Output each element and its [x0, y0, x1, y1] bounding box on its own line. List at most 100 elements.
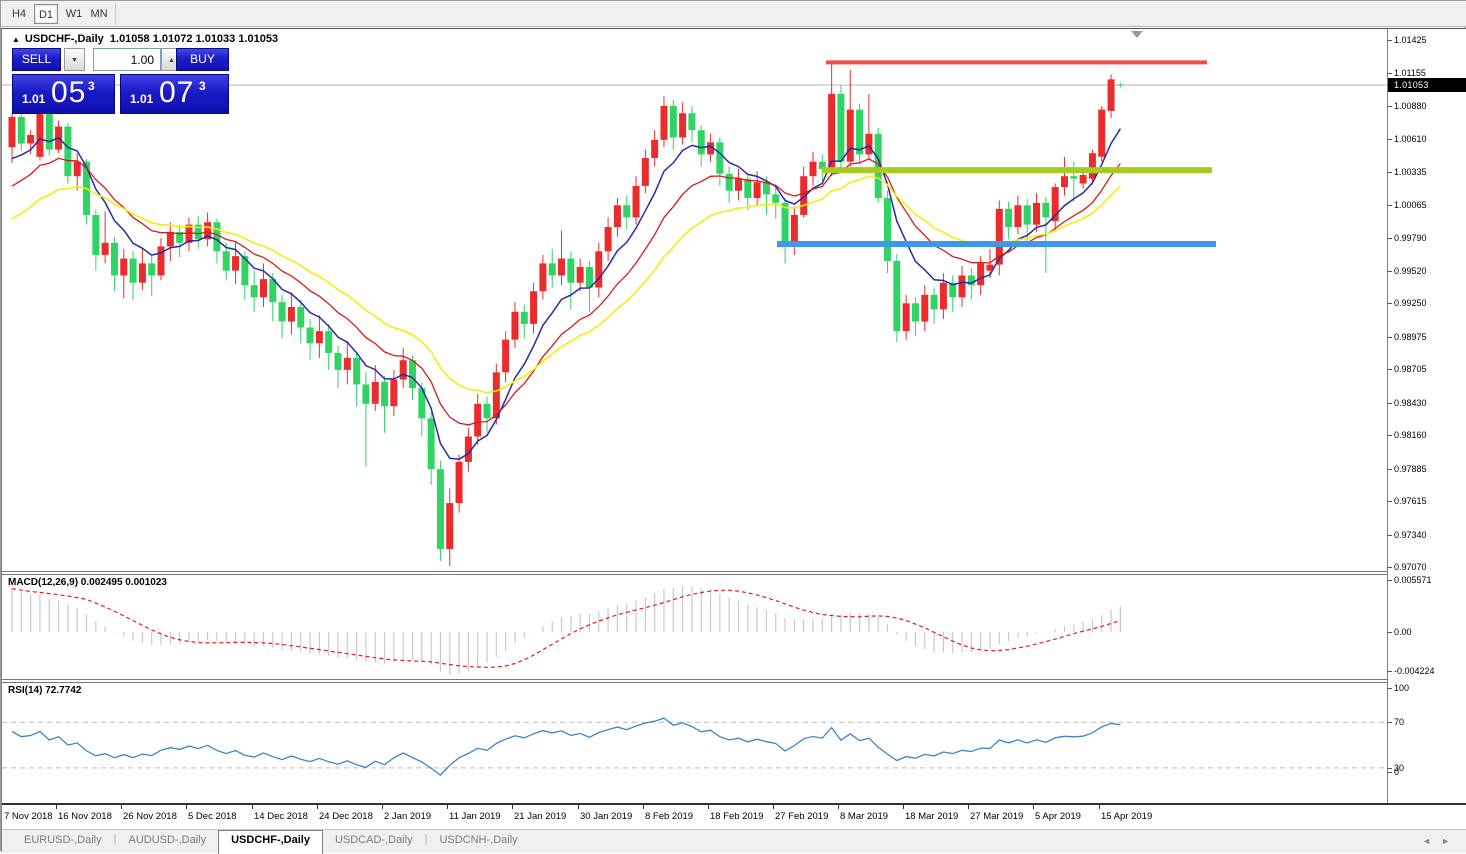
chart-tab-bar: EURUSD-,Daily|AUDUSD-,DailyUSDCHF-,Daily…: [2, 829, 1466, 853]
date-axis-tick: [708, 805, 709, 809]
price-axis-label: 1.00880: [1394, 101, 1427, 112]
buy-quote-sup: 3: [199, 79, 206, 93]
toolbar-separator: [115, 3, 116, 25]
date-axis-label: 18 Feb 2019: [710, 811, 763, 822]
date-axis-label: 16 Nov 2018: [58, 811, 112, 822]
date-axis-tick: [1099, 805, 1100, 809]
macd-axis-label: 0.00: [1394, 627, 1412, 638]
price-axis-tick: [1387, 106, 1392, 107]
price-axis-label: 0.99520: [1394, 266, 1427, 277]
price-axis-tick: [1387, 139, 1392, 140]
volume-input[interactable]: [93, 48, 161, 71]
price-axis-label: 0.98975: [1394, 332, 1427, 343]
date-axis-label: 2 Jan 2019: [384, 811, 431, 822]
rsi-indicator-label: RSI(14) 72.7742: [8, 685, 81, 696]
tab-audusd[interactable]: AUDUSD-,Daily: [116, 830, 218, 854]
date-axis-label: 24 Dec 2018: [319, 811, 373, 822]
date-axis-tick: [447, 805, 448, 809]
date-axis-tick: [968, 805, 969, 809]
rsi-axis-tick: [1387, 722, 1392, 723]
price-axis-tick: [1387, 369, 1392, 370]
date-axis: 7 Nov 201816 Nov 201826 Nov 20185 Dec 20…: [2, 803, 1466, 829]
chart-window: ▲USDCHF-,Daily 1.01058 1.01072 1.01033 1…: [1, 28, 1466, 852]
date-axis-tick: [773, 805, 774, 809]
date-axis-label: 8 Mar 2019: [840, 811, 888, 822]
date-axis-label: 11 Jan 2019: [449, 811, 501, 822]
price-axis-tick: [1387, 501, 1392, 502]
sell-quote-big: 05: [51, 76, 86, 110]
macd-axis-tick: [1387, 632, 1392, 633]
price-axis-label: 0.97885: [1394, 464, 1427, 475]
tab-eurusd[interactable]: EURUSD-,Daily: [12, 830, 114, 854]
price-axis-label: 1.00335: [1394, 167, 1427, 178]
macd-axis-label: 0.005571: [1394, 575, 1432, 586]
price-axis-tick: [1387, 403, 1392, 404]
date-axis-label: 30 Jan 2019: [580, 811, 632, 822]
price-axis-label: 0.97340: [1394, 530, 1427, 541]
mt4-window: H4 D1 W1 MN ▲USDCHF-,Daily 1.01058 1.010…: [0, 0, 1466, 851]
price-axis-label: 0.98705: [1394, 364, 1427, 375]
buy-quote-box[interactable]: 1.01 07 3: [120, 74, 229, 114]
date-axis-label: 14 Dec 2018: [254, 811, 308, 822]
date-axis-label: 5 Apr 2019: [1035, 811, 1081, 822]
date-axis-tick: [643, 805, 644, 809]
one-click-trading-panel: SELL ▼ ▲ BUY 1.01 05 3 1.01 07 3: [12, 48, 229, 115]
sell-quote-box[interactable]: 1.01 05 3: [12, 74, 115, 114]
price-axis-label: 0.99790: [1394, 233, 1427, 244]
volume-decrease-button[interactable]: ▼: [64, 48, 85, 71]
macd-pane[interactable]: [2, 575, 1387, 679]
buy-button[interactable]: BUY: [176, 48, 229, 71]
tab-usdchf[interactable]: USDCHF-,Daily: [218, 830, 323, 854]
tab-usdcad[interactable]: USDCAD-,Daily: [323, 830, 425, 854]
timeframe-button-h4[interactable]: H4: [7, 4, 31, 24]
price-axis-label: 0.98160: [1394, 430, 1427, 441]
rsi-pane[interactable]: [2, 683, 1387, 802]
rsi-axis-label: 70: [1394, 717, 1404, 728]
sell-quote-small: 1.01: [22, 92, 45, 106]
price-axis-tick: [1387, 567, 1392, 568]
rsi-axis-label: 100: [1394, 683, 1409, 694]
rsi-axis-tick: [1387, 768, 1392, 769]
price-axis-tick: [1387, 40, 1392, 41]
timeframe-button-d1[interactable]: D1: [34, 4, 58, 24]
price-axis-tick: [1387, 73, 1392, 74]
sell-quote-sup: 3: [88, 79, 95, 93]
price-axis-label: 0.97615: [1394, 496, 1427, 507]
tab-usdcnh[interactable]: USDCNH-,Daily: [427, 830, 529, 854]
price-axis-tick: [1387, 172, 1392, 173]
timeframe-button-w1[interactable]: W1: [62, 4, 86, 24]
price-axis-label: 1.00610: [1394, 134, 1427, 145]
price-axis-tick: [1387, 205, 1392, 206]
price-axis-label: 0.97070: [1394, 562, 1427, 573]
date-axis-tick: [186, 805, 187, 809]
buy-quote-big: 07: [159, 76, 194, 110]
date-axis-label: 8 Feb 2019: [645, 811, 693, 822]
date-axis-tick: [903, 805, 904, 809]
chevron-down-icon: ▼: [71, 57, 78, 64]
date-axis-tick: [252, 805, 253, 809]
scroll-right-icon[interactable]: ►: [1441, 836, 1460, 846]
date-axis-tick: [317, 805, 318, 809]
price-axis-tick: [1387, 337, 1392, 338]
price-axis-tick: [1387, 469, 1392, 470]
date-axis-tick: [121, 805, 122, 809]
price-axis-label: 1.01155: [1394, 68, 1426, 79]
axis-separator: [1387, 29, 1388, 803]
price-axis-tick: [1387, 435, 1392, 436]
date-axis-label: 27 Feb 2019: [775, 811, 828, 822]
current-price-badge: 1.01053: [1388, 78, 1466, 92]
date-axis-label: 27 Mar 2019: [970, 811, 1023, 822]
price-axis-label: 1.01425: [1394, 35, 1427, 46]
scroll-left-icon[interactable]: ◄: [1422, 836, 1441, 846]
price-axis-label: 0.98430: [1394, 398, 1427, 409]
date-axis-label: 21 Jan 2019: [514, 811, 566, 822]
price-axis-label: 1.00065: [1394, 200, 1427, 211]
macd-axis-label: -0.004224: [1394, 666, 1435, 677]
timeframe-button-mn[interactable]: MN: [87, 4, 111, 24]
sell-button[interactable]: SELL: [12, 48, 61, 71]
price-axis-tick: [1387, 303, 1392, 304]
date-axis-label: 5 Dec 2018: [188, 811, 237, 822]
timeframe-toolbar: H4 D1 W1 MN: [1, 1, 1466, 27]
date-axis-label: 15 Apr 2019: [1101, 811, 1152, 822]
chevron-up-icon: ▲: [168, 57, 175, 64]
